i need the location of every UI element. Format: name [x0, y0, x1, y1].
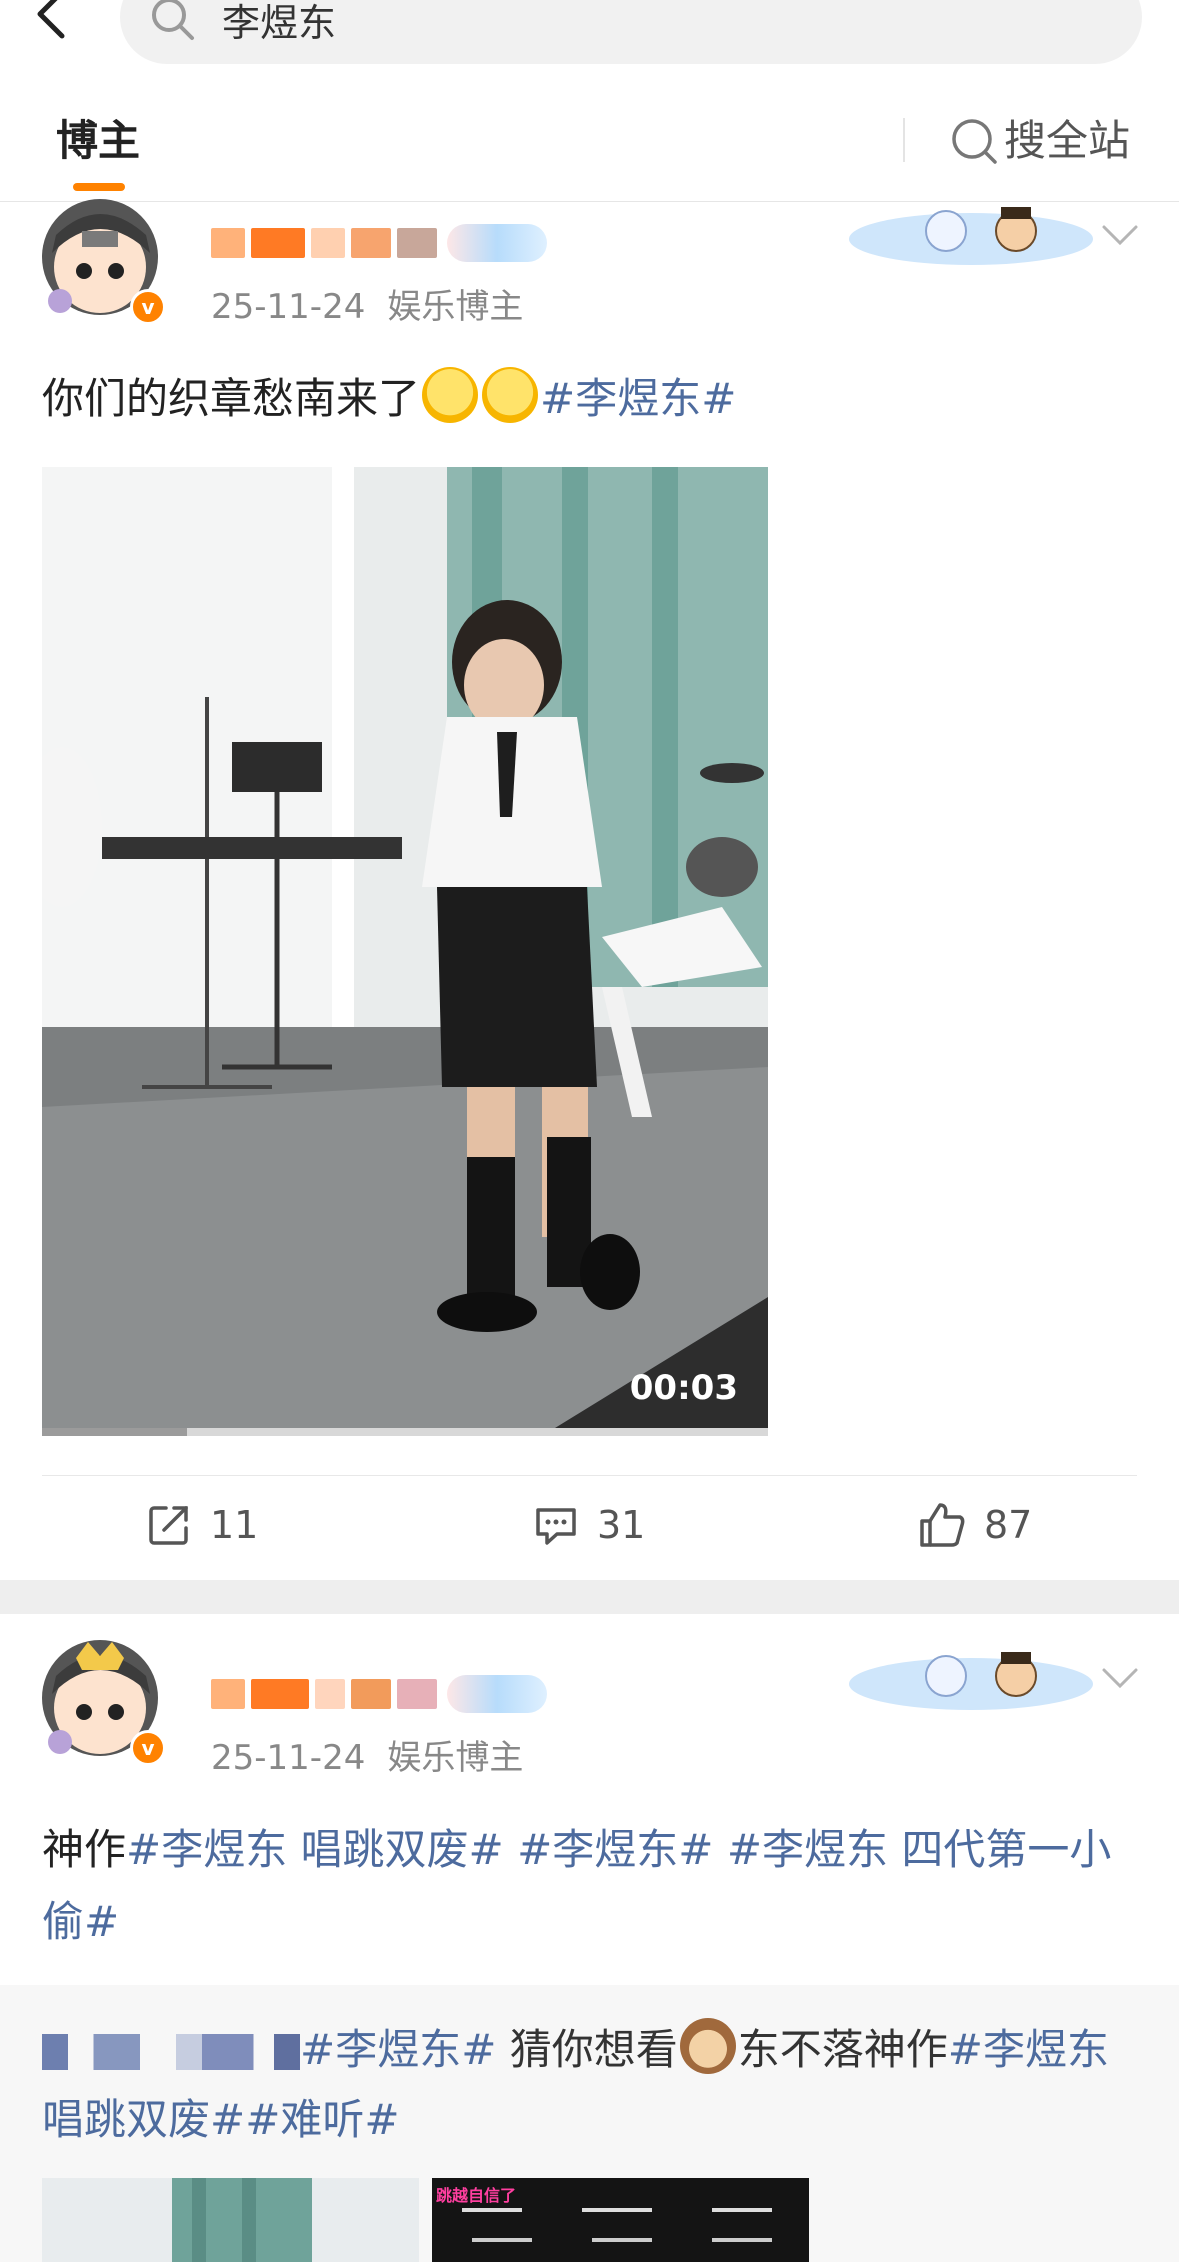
monkey-emoji-icon	[679, 2018, 736, 2074]
like-count: 87	[984, 1503, 1033, 1547]
decoration-card-icon	[849, 207, 1093, 265]
post-text-body: 神作	[42, 1825, 127, 1874]
search-icon	[152, 0, 194, 40]
tab-active-indicator	[73, 183, 125, 191]
avatar[interactable]: v	[38, 1636, 172, 1770]
topic-link[interactable]: #难听#	[245, 2095, 399, 2144]
post-card: v 25-11-24 娱乐博主 你们的织章愁南来了 #李煜东# 00:03 11…	[0, 199, 1179, 1580]
repost-text: #李煜东# 猜你想看 东不落神作#李煜东 唱跳双废##难听#	[42, 2015, 1142, 2155]
repost-button[interactable]: 11	[146, 1500, 258, 1550]
topic-link[interactable]: #李煜东#	[540, 374, 736, 423]
search-icon	[952, 119, 997, 164]
vip-badge-icon	[447, 1675, 547, 1713]
repost-author-obscured	[42, 2034, 300, 2070]
thumbnail-caption: 跳越自信了	[436, 2186, 517, 2205]
laughing-crying-emoji-icon	[482, 367, 539, 423]
search-all-label: 搜全站	[1004, 116, 1131, 165]
repost-text-body: 猜你想看	[509, 2025, 678, 2074]
avatar[interactable]: v	[38, 195, 172, 329]
action-bar: 11 31 87	[0, 1476, 1179, 1576]
thumbs-up-icon	[920, 1503, 965, 1547]
laughing-crying-emoji-icon	[422, 367, 479, 423]
topic-link[interactable]: #李煜东#	[517, 1825, 713, 1874]
decoration-card-icon	[849, 1652, 1093, 1710]
topic-link[interactable]: #李煜东#	[300, 2025, 496, 2074]
video-progress-bar[interactable]	[42, 1428, 768, 1436]
video-thumbnail	[42, 467, 768, 1436]
comment-button[interactable]: 31	[533, 1500, 645, 1550]
video-progress-fill	[42, 1428, 188, 1436]
blogger-role: 娱乐博主	[387, 1738, 524, 1778]
video-player[interactable]: 00:03	[42, 467, 768, 1436]
share-icon	[149, 1506, 188, 1545]
verified-badge-icon: v	[130, 289, 166, 325]
chevron-left-icon	[37, 0, 65, 39]
top-bar: 李煜东	[0, 0, 1179, 80]
username-obscured[interactable]	[211, 1674, 547, 1714]
post-meta: 25-11-24 娱乐博主	[211, 1738, 545, 1778]
video-duration: 00:03	[629, 1368, 738, 1408]
like-button[interactable]: 87	[918, 1500, 1032, 1550]
comment-icon	[536, 1508, 576, 1545]
feed-separator	[0, 1580, 1179, 1614]
repost-count: 11	[210, 1503, 259, 1547]
reposted-content[interactable]: #李煜东# 猜你想看 东不落神作#李煜东 唱跳双废##难听# 跳越自信了	[0, 1985, 1179, 2262]
post-text-body: 你们的织章愁南来了	[42, 374, 421, 423]
search-all-button[interactable]: 搜全站	[950, 114, 1130, 168]
search-tabs: 博主 搜全站	[0, 80, 1179, 202]
search-query: 李煜东	[222, 1, 337, 45]
thumbnail-image	[42, 2178, 419, 2262]
verified-badge-icon: v	[130, 1730, 166, 1766]
post-meta: 25-11-24 娱乐博主	[211, 287, 545, 327]
comment-count: 31	[597, 1503, 646, 1547]
post-text: 你们的织章愁南来了 #李煜东#	[42, 363, 1142, 435]
repost-image-thumbnail[interactable]	[42, 2178, 419, 2262]
repost-image-thumbnail[interactable]: 跳越自信了	[432, 2178, 809, 2262]
search-input[interactable]: 李煜东	[120, 0, 1142, 64]
post-date: 25-11-24	[211, 287, 366, 327]
tab-bloggers[interactable]: 博主	[56, 114, 140, 168]
username-obscured[interactable]	[211, 223, 547, 263]
tabs-divider	[903, 118, 905, 162]
post-text: 神作#李煜东 唱跳双废# #李煜东# #李煜东 四代第一小偷#	[42, 1814, 1142, 1958]
blogger-role: 娱乐博主	[387, 287, 524, 327]
chevron-down-icon[interactable]	[1098, 1656, 1142, 1700]
repost-text-body: 东不落神作	[737, 2025, 948, 2074]
post-card: v 25-11-24 娱乐博主 神作#李煜东 唱跳双废# #李煜东# #李煜东 四…	[0, 1614, 1179, 1985]
topic-link[interactable]: #李煜东 唱跳双废#	[126, 1825, 504, 1874]
back-button[interactable]	[28, 0, 78, 50]
chevron-down-icon[interactable]	[1098, 213, 1142, 257]
post-date: 25-11-24	[211, 1738, 366, 1778]
vip-badge-icon	[447, 224, 547, 262]
